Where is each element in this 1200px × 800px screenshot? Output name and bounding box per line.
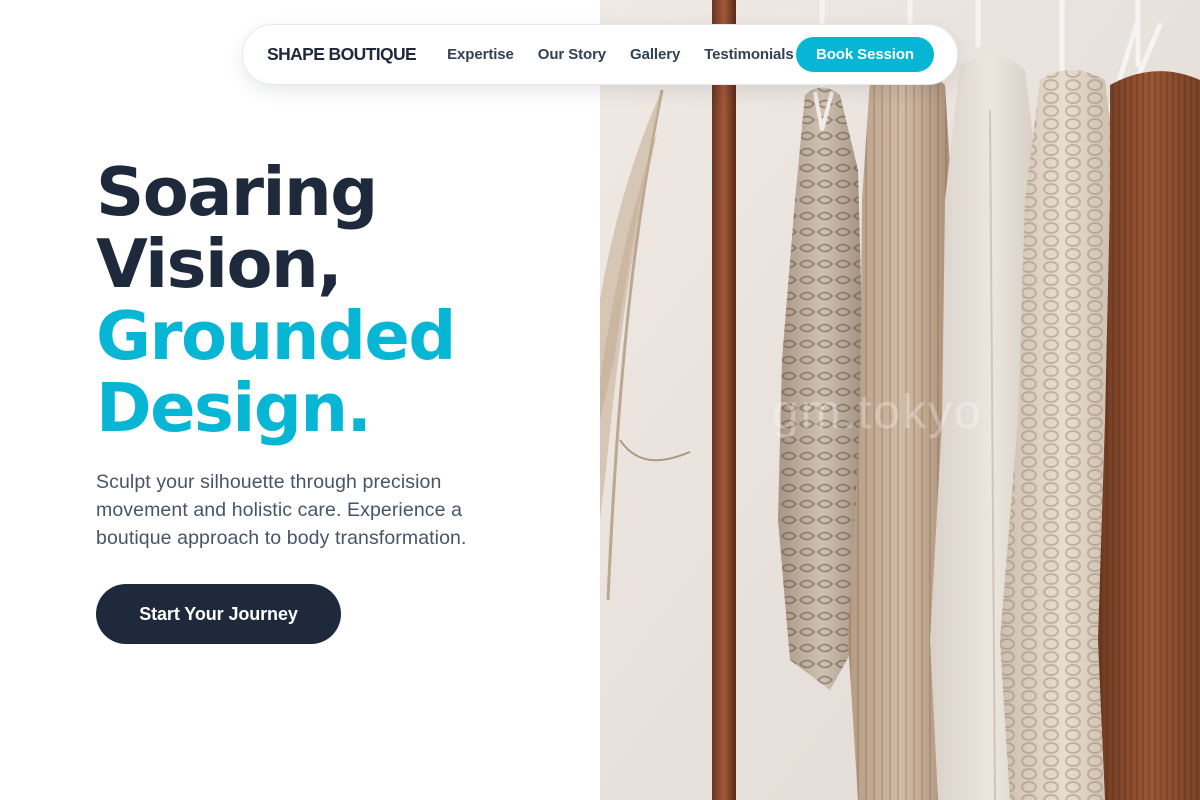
nav-link-gallery[interactable]: Gallery bbox=[630, 46, 680, 63]
headline-line-1: Soaring bbox=[96, 153, 378, 231]
top-navbar: SHAPE BOUTIQUE Expertise Our Story Galle… bbox=[242, 24, 958, 85]
nav-link-testimonials[interactable]: Testimonials bbox=[704, 46, 793, 63]
hero-subtext: Sculpt your silhouette through precision… bbox=[96, 471, 467, 549]
nav-links: Expertise Our Story Gallery Testimonials bbox=[447, 46, 794, 63]
headline-line-3: Grounded bbox=[96, 297, 456, 375]
headline-line-4: Design. bbox=[96, 369, 372, 447]
brand-logo[interactable]: SHAPE BOUTIQUE bbox=[267, 44, 417, 65]
clothing-rack-illustration: gm.tokyo bbox=[600, 0, 1200, 800]
nav-link-our-story[interactable]: Our Story bbox=[538, 46, 606, 63]
landing-page: gm.tokyo SHAPE BOUTIQUE Expertise Our St… bbox=[0, 0, 1200, 800]
brown-knit-sweater bbox=[1098, 71, 1200, 800]
image-watermark: gm.tokyo bbox=[772, 386, 983, 439]
rack-pole bbox=[712, 0, 736, 800]
hero-headline: Soaring Vision, Grounded Design. bbox=[96, 156, 576, 444]
book-session-button[interactable]: Book Session bbox=[796, 37, 934, 72]
hero-copy: Soaring Vision, Grounded Design. Sculpt … bbox=[96, 156, 576, 552]
headline-line-2: Vision, bbox=[96, 225, 343, 303]
nav-link-expertise[interactable]: Expertise bbox=[447, 46, 514, 63]
hero-image-clothing-rack: gm.tokyo bbox=[600, 0, 1200, 800]
start-journey-button[interactable]: Start Your Journey bbox=[96, 584, 341, 644]
